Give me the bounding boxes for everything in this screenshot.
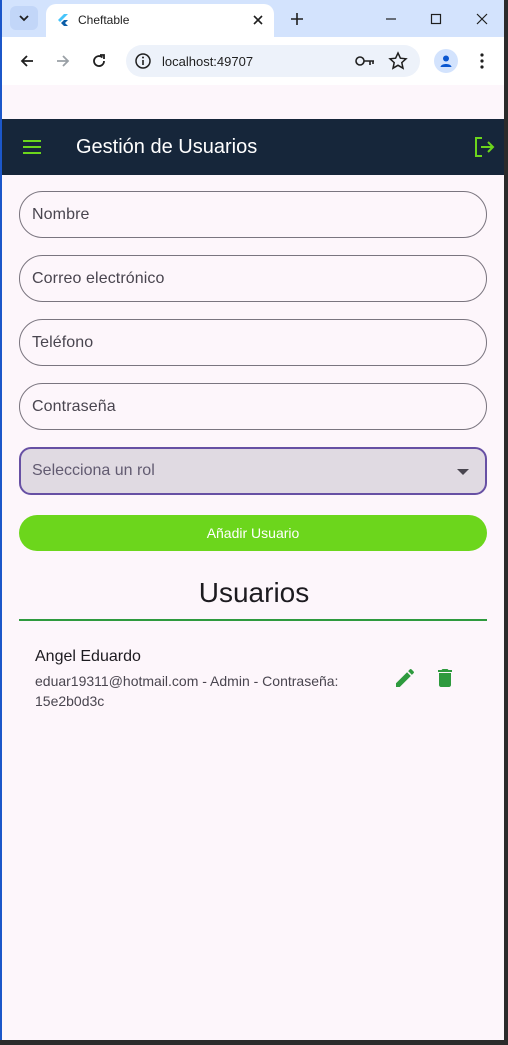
user-list-item[interactable]: Angel Eduardo eduar19311@hotmail.com - A… xyxy=(19,640,487,716)
phone-field[interactable]: Teléfono xyxy=(19,319,487,366)
more-vertical-icon xyxy=(480,53,484,69)
reload-button[interactable] xyxy=(87,49,111,73)
profile-avatar[interactable] xyxy=(434,49,458,73)
section-divider xyxy=(19,619,487,621)
arrow-right-icon xyxy=(57,55,70,67)
arrow-left-icon xyxy=(20,55,33,67)
taskbar-edge xyxy=(0,1040,508,1045)
minimize-icon xyxy=(386,18,396,20)
password-field-label: Contraseña xyxy=(32,398,116,415)
key-icon[interactable] xyxy=(354,52,376,70)
browser-tab[interactable]: Cheftable xyxy=(46,4,274,37)
maximize-icon xyxy=(430,13,442,25)
dropdown-arrow-icon xyxy=(457,469,469,475)
pencil-icon[interactable] xyxy=(393,666,417,690)
close-icon xyxy=(476,13,488,25)
role-select-placeholder: Selecciona un rol xyxy=(32,462,155,479)
chevron-down-icon xyxy=(19,15,29,22)
trash-icon[interactable] xyxy=(433,666,457,690)
password-field[interactable]: Contraseña xyxy=(19,383,487,430)
forward-button[interactable] xyxy=(51,49,75,73)
browser-window: Cheftable localhost:49707 Gestión de Usu… xyxy=(0,0,504,1040)
user-name: Angel Eduardo xyxy=(35,648,141,665)
users-section-title: Usuarios xyxy=(198,577,310,608)
back-button[interactable] xyxy=(15,49,39,73)
new-tab-button[interactable] xyxy=(286,8,308,30)
flutter-icon xyxy=(58,14,68,26)
name-field-label: Nombre xyxy=(32,206,90,223)
close-window-button[interactable] xyxy=(471,8,493,30)
page-title: Gestión de Usuarios xyxy=(76,136,258,158)
user-details: eduar19311@hotmail.com - Admin - Contras… xyxy=(35,673,339,709)
bookmark-star-icon[interactable] xyxy=(388,51,408,71)
url-text: localhost:49707 xyxy=(162,54,254,69)
name-field[interactable]: Nombre xyxy=(19,191,487,238)
tab-close-icon[interactable] xyxy=(250,12,266,28)
reload-icon xyxy=(93,54,105,67)
logout-icon[interactable] xyxy=(472,135,496,159)
browser-menu-button[interactable] xyxy=(472,49,492,73)
role-select[interactable]: Selecciona un rol xyxy=(19,447,487,495)
minimize-button[interactable] xyxy=(380,8,402,30)
email-field-label: Correo electrónico xyxy=(32,270,165,287)
email-field[interactable]: Correo electrónico xyxy=(19,255,487,302)
phone-field-label: Teléfono xyxy=(32,334,94,351)
tab-strip: Cheftable xyxy=(2,0,504,37)
maximize-button[interactable] xyxy=(425,8,447,30)
app-bar: Gestión de Usuarios xyxy=(2,119,504,175)
hamburger-icon[interactable] xyxy=(20,135,44,159)
address-bar[interactable]: localhost:49707 xyxy=(126,45,420,77)
person-icon xyxy=(440,55,452,67)
plus-icon xyxy=(291,13,303,25)
tab-search-button[interactable] xyxy=(10,6,38,30)
site-info-icon[interactable] xyxy=(134,52,152,70)
add-user-button[interactable]: Añadir Usuario xyxy=(19,515,487,551)
browser-toolbar: localhost:49707 xyxy=(2,37,504,85)
tab-title: Cheftable xyxy=(78,13,130,27)
